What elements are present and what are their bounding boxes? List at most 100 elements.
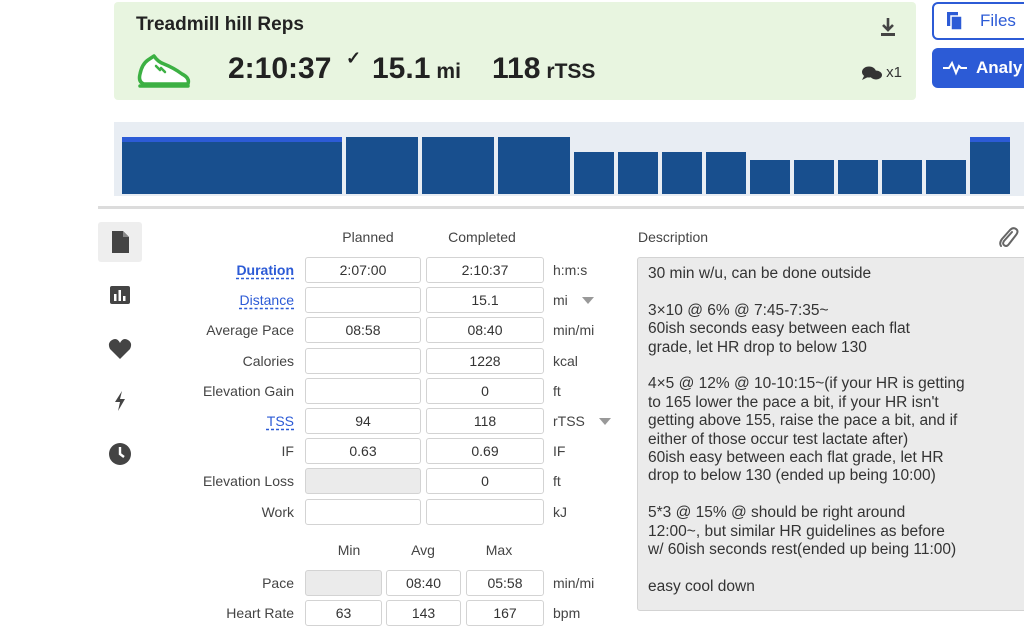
row-label-average-pace: Average Pace <box>206 322 294 338</box>
interval-bar[interactable] <box>706 152 746 194</box>
download-icon[interactable] <box>878 16 898 38</box>
comments-button[interactable]: x1 <box>861 64 902 81</box>
planned-field-average-pace[interactable]: 08:58 <box>305 317 421 343</box>
completed-field-duration[interactable]: 2:10:37 <box>426 257 544 283</box>
stats-label-heart-rate: Heart Rate <box>226 605 294 621</box>
stats-label-pace: Pace <box>262 575 294 591</box>
distance-unit: mi <box>436 60 461 83</box>
row-label-if: IF <box>281 443 294 459</box>
interval-bar[interactable] <box>498 137 570 194</box>
description-label: Description <box>638 229 709 245</box>
col-min: Min <box>337 542 361 558</box>
planned-field-if[interactable]: 0.63 <box>305 438 421 464</box>
completed-field-tss[interactable]: 118 <box>426 408 544 434</box>
description-textarea[interactable]: 30 min w/u, can be done outside 3×10 @ 6… <box>637 257 1024 611</box>
workout-header-card: Treadmill hill Reps 2:10:37 ✓ 15.1 mi 118… <box>114 2 916 100</box>
comment-count: x1 <box>886 64 902 81</box>
completed-field-elevation-loss[interactable]: 0 <box>426 468 544 494</box>
stats-unit-pace: min/mi <box>553 575 595 591</box>
row-label-work: Work <box>261 504 294 520</box>
interval-chart[interactable] <box>114 122 1024 196</box>
distance-metric: 15.1 mi <box>372 52 461 86</box>
interval-bar[interactable] <box>422 137 494 194</box>
interval-bar[interactable] <box>618 152 658 194</box>
interval-bar[interactable] <box>662 152 702 194</box>
col-avg: Avg <box>411 542 435 558</box>
chevron-down-icon[interactable] <box>582 297 594 304</box>
interval-bar[interactable] <box>970 137 1010 194</box>
max-field-pace[interactable]: 05:58 <box>466 570 544 596</box>
completed-field-calories[interactable]: 1228 <box>426 348 544 374</box>
unit-label-duration: h:m:s <box>553 262 588 278</box>
completed-field-work[interactable] <box>426 499 544 525</box>
interval-selection-marker <box>970 137 1010 142</box>
planned-field-work[interactable] <box>305 499 421 525</box>
planned-field-calories[interactable] <box>305 348 421 374</box>
document-icon <box>112 231 129 253</box>
section-divider <box>98 206 1024 209</box>
interval-bar[interactable] <box>574 152 614 194</box>
avg-field-heart-rate[interactable]: 143 <box>386 600 461 626</box>
stats-unit-heart-rate: bpm <box>553 605 581 621</box>
completed-field-distance[interactable]: 15.1 <box>426 287 544 313</box>
interval-bar[interactable] <box>794 160 834 194</box>
interval-bar[interactable] <box>346 137 418 194</box>
tss-unit: rTSS <box>546 60 596 83</box>
interval-chart-svg <box>122 137 1010 194</box>
unit-label-calories: kcal <box>553 353 578 369</box>
row-label-distance[interactable]: Distance <box>104 292 294 308</box>
row-label-tss[interactable]: TSS <box>104 413 294 429</box>
tss-metric: 118 rTSS <box>492 52 595 86</box>
completed-field-elevation-gain[interactable]: 0 <box>426 378 544 404</box>
planned-field-elevation-loss <box>305 468 421 494</box>
completed-field-if[interactable]: 0.69 <box>426 438 544 464</box>
completed-check-icon: ✓ <box>346 48 362 68</box>
duration-metric: 2:10:37 <box>228 52 331 86</box>
unit-label-elevation-gain: ft <box>553 383 561 399</box>
planned-field-duration[interactable]: 2:07:00 <box>305 257 421 283</box>
analyze-button[interactable]: Analy <box>932 48 1024 88</box>
workout-title[interactable]: Treadmill hill Reps <box>136 14 304 36</box>
files-icon <box>947 12 963 31</box>
unit-label-work: kJ <box>553 504 567 520</box>
row-label-calories: Calories <box>242 353 294 369</box>
files-button[interactable]: Files <box>932 2 1024 40</box>
unit-label-average-pace: min/mi <box>553 322 595 338</box>
distance-value: 15.1 <box>372 52 431 85</box>
row-label-duration[interactable]: Duration <box>104 262 294 278</box>
interval-selection-marker <box>122 137 342 142</box>
planned-field-distance[interactable] <box>305 287 421 313</box>
completed-field-average-pace[interactable]: 08:40 <box>426 317 544 343</box>
unit-label-elevation-loss: ft <box>553 473 561 489</box>
interval-bar[interactable] <box>926 160 966 194</box>
running-shoe-icon <box>137 54 191 88</box>
interval-bar[interactable] <box>750 160 790 194</box>
row-label-elevation-gain: Elevation Gain <box>202 383 294 399</box>
avg-field-pace[interactable]: 08:40 <box>386 570 461 596</box>
comment-bubble-icon <box>862 66 883 80</box>
workout-detail-page: Treadmill hill Reps 2:10:37 ✓ 15.1 mi 118… <box>0 0 1024 630</box>
duration-value: 2:10:37 <box>228 52 332 85</box>
files-button-label: Files <box>980 11 1016 30</box>
planned-field-elevation-gain[interactable] <box>305 378 421 404</box>
chevron-down-icon[interactable] <box>599 418 611 425</box>
unit-label-distance[interactable]: mi <box>553 292 568 308</box>
unit-label-tss[interactable]: rTSS <box>553 413 585 429</box>
interval-bar[interactable] <box>838 160 878 194</box>
min-field-heart-rate[interactable]: 63 <box>305 600 382 626</box>
pulse-icon <box>943 60 967 76</box>
min-field-pace <box>305 570 382 596</box>
col-planned: Planned <box>342 229 394 245</box>
analyze-button-label: Analy <box>976 58 1023 77</box>
max-field-heart-rate[interactable]: 167 <box>466 600 544 626</box>
nav-summary[interactable] <box>98 222 142 262</box>
col-max: Max <box>485 542 513 558</box>
row-label-elevation-loss: Elevation Loss <box>202 473 294 489</box>
tss-value: 118 <box>492 52 541 85</box>
unit-label-if: IF <box>553 443 566 459</box>
interval-bar[interactable] <box>882 160 922 194</box>
paperclip-icon[interactable] <box>996 226 1020 250</box>
interval-bar[interactable] <box>122 137 342 194</box>
planned-field-tss[interactable]: 94 <box>305 408 421 434</box>
col-completed: Completed <box>448 229 516 245</box>
